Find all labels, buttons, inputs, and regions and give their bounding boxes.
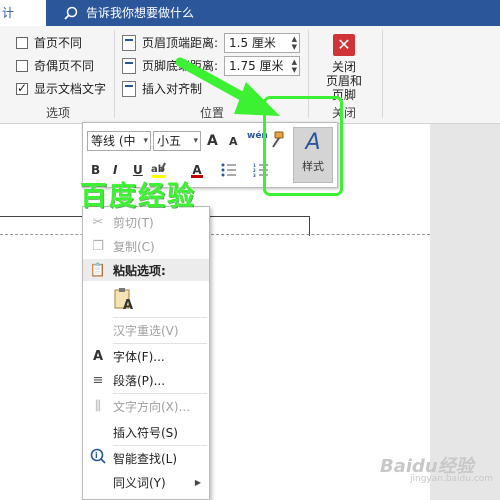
menu-item-insert-symbol[interactable]: 插入符号(S)	[83, 421, 209, 443]
shrink-font-button[interactable]: A	[229, 135, 238, 148]
menu-item-cut[interactable]: ✂ 剪切(T)	[83, 211, 209, 233]
header-boundary-dashed-line	[0, 234, 430, 235]
menu-separator	[113, 445, 207, 446]
menu-separator	[113, 393, 207, 394]
grow-font-button[interactable]: A	[207, 133, 218, 149]
checkbox-box-checked	[16, 81, 28, 95]
font-size-dropdown[interactable]: 小五	[153, 131, 201, 151]
svg-text:3: 3	[253, 173, 256, 177]
bullets-button[interactable]	[221, 163, 237, 180]
paste-keep-text-only-button[interactable]: A	[113, 287, 135, 314]
menu-item-font[interactable]: A 字体(F)...	[83, 345, 209, 367]
svg-text:A: A	[123, 298, 133, 311]
annotation-highlight-box	[263, 96, 343, 196]
tab-header-footer-design[interactable]: 计	[0, 0, 46, 26]
footer-position-icon	[122, 57, 136, 74]
spinner-arrows-icon[interactable]: ▲ ▼	[292, 35, 297, 51]
menu-item-label: 同义词(Y)	[113, 475, 166, 490]
submenu-arrow-icon: ▶	[194, 477, 201, 487]
document-background	[430, 124, 500, 500]
checkbox-label: 首页不同	[34, 36, 83, 50]
header-top-spinner[interactable]: 1.5 厘米 ▲ ▼	[224, 33, 300, 53]
context-menu: ✂ 剪切(T) ❐ 复制(C) 📋 粘贴选项: A 汉字重选(V) A 字体(F…	[82, 206, 210, 500]
copy-icon: ❐	[92, 238, 104, 254]
close-button-line1: 关闭	[331, 60, 356, 74]
scissors-icon: ✂	[92, 214, 104, 230]
bullet-list-icon	[221, 163, 236, 177]
svg-text:i: i	[95, 451, 98, 460]
paste-icon: 📋	[89, 262, 107, 278]
align-tab-icon	[122, 80, 136, 97]
menu-paste-options-header: 📋 粘贴选项:	[83, 259, 209, 281]
tell-me-search[interactable]: 告诉我你想要做什么	[64, 3, 194, 23]
menu-item-synonyms[interactable]: 同义词(Y) ▶	[83, 471, 209, 493]
search-icon	[64, 6, 78, 20]
close-icon: ✕	[333, 34, 355, 56]
menu-item-label: 插入符号(S)	[113, 425, 178, 440]
menu-item-label: 剪切(T)	[113, 215, 154, 230]
menu-item-label: 复制(C)	[113, 239, 155, 254]
paragraph-icon: ≡	[92, 372, 104, 388]
header-top-value: 1.5 厘米	[229, 36, 276, 50]
menu-item-label: 粘贴选项:	[113, 263, 166, 278]
menu-item-reconversion[interactable]: 汉字重选(V)	[83, 319, 209, 341]
checkbox-label: 显示文档文字	[34, 82, 107, 96]
show-document-text-checkbox[interactable]: 显示文档文字	[16, 80, 106, 97]
smart-lookup-icon: i	[83, 448, 113, 468]
different-first-page-checkbox[interactable]: 首页不同	[16, 34, 82, 51]
title-bar: 计 告诉我你想要做什么	[0, 0, 500, 26]
text-direction-icon: ⫼	[95, 398, 101, 414]
menu-item-label: 智能查找(L)	[113, 451, 178, 466]
tell-me-text: 告诉我你想要做什么	[86, 6, 195, 20]
menu-item-label: 汉字重选(V)	[113, 323, 179, 338]
checkbox-box	[16, 36, 28, 49]
menu-item-copy[interactable]: ❐ 复制(C)	[83, 235, 209, 257]
baidu-logo-url: jingyan.baidu.com	[410, 474, 494, 484]
menu-separator	[113, 317, 207, 318]
header-border-corner	[309, 216, 310, 236]
menu-item-label: 文字方向(X)...	[113, 399, 191, 414]
options-group-label: 选项	[46, 106, 71, 120]
different-odd-even-checkbox[interactable]: 奇偶页不同	[16, 57, 94, 74]
header-position-icon	[122, 34, 136, 51]
menu-item-label: 字体(F)...	[113, 349, 165, 364]
font-icon: A	[92, 348, 104, 364]
checkbox-label: 奇偶页不同	[34, 59, 95, 73]
menu-item-label: 段落(P)...	[113, 373, 166, 388]
watermark-text: 百度经验	[80, 181, 196, 212]
menu-separator	[113, 343, 207, 344]
group-divider	[382, 30, 383, 118]
menu-item-smart-lookup[interactable]: i 智能查找(L)	[83, 447, 209, 469]
paste-text-only-icon: A	[114, 288, 133, 313]
checkbox-box	[16, 59, 28, 72]
header-top-distance-row: 页眉顶端距离:	[122, 34, 218, 51]
menu-item-paragraph[interactable]: ≡ 段落(P)...	[83, 369, 209, 391]
close-header-footer-button[interactable]: ✕ 关闭 页眉和页脚	[322, 34, 366, 102]
group-divider	[114, 30, 115, 118]
header-top-label: 页眉顶端距离:	[142, 36, 219, 50]
menu-item-text-direction[interactable]: ⫼ 文字方向(X)...	[83, 395, 209, 417]
spinner-arrows-icon[interactable]: ▲ ▼	[292, 58, 297, 74]
font-name-dropdown[interactable]: 等线 (中	[87, 131, 151, 151]
